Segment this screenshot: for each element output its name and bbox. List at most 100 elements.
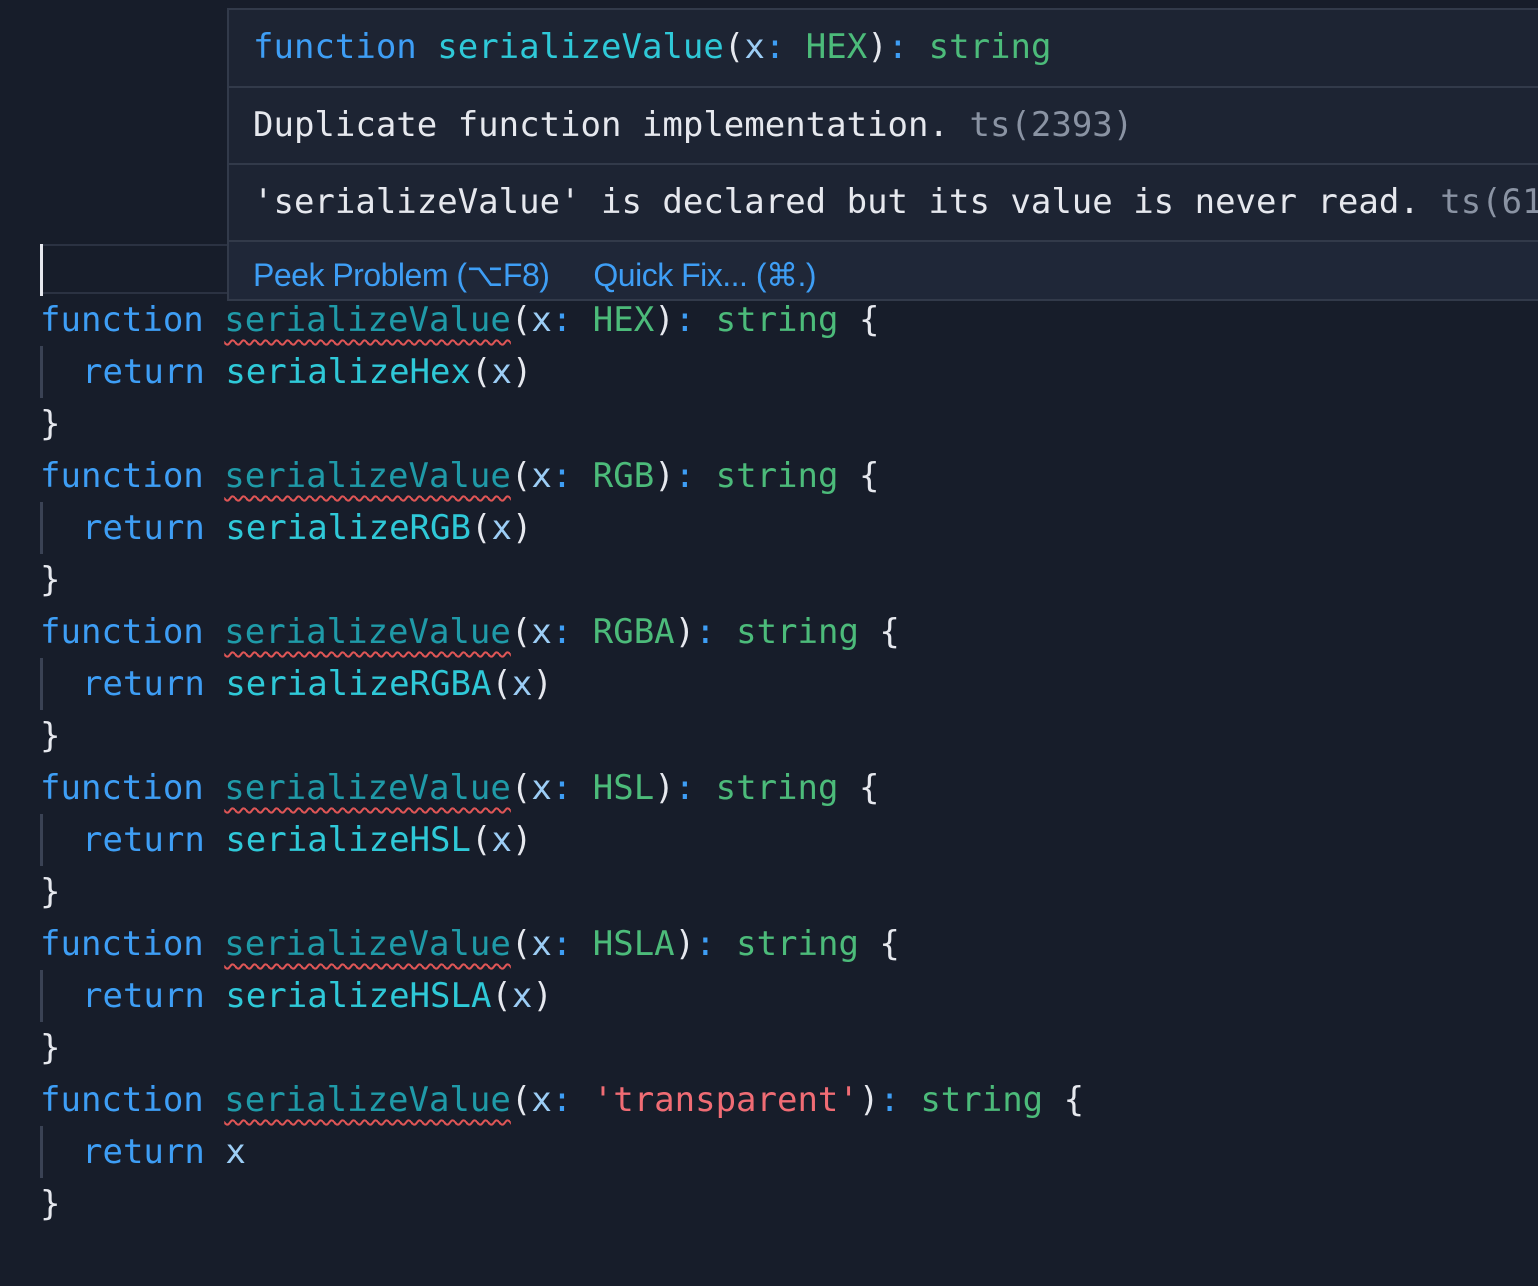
problem-code: ts(2393) xyxy=(969,105,1134,145)
param-name: x xyxy=(531,300,552,340)
keyword-function: function xyxy=(40,300,204,340)
call-arg: x xyxy=(491,508,512,548)
param-type: HSLA xyxy=(592,924,675,964)
indent-guide xyxy=(40,658,43,710)
hover-actions: Peek Problem (⌥F8) Quick Fix... (⌘.) xyxy=(229,242,1538,299)
problem-message: 'serializeValue' is declared but its val… xyxy=(253,182,1420,222)
close-brace: } xyxy=(40,872,61,912)
code-line-signature[interactable]: function serializeValue(x: RGBA): string… xyxy=(40,606,1480,658)
code-line-signature[interactable]: function serializeValue(x: HSLA): string… xyxy=(40,918,1480,970)
param-name: x xyxy=(531,456,552,496)
open-brace: { xyxy=(858,768,880,808)
peek-problem-link[interactable]: Peek Problem (⌥F8) xyxy=(253,257,550,293)
code-line-return[interactable]: return serializeRGB(x) xyxy=(40,502,1480,554)
keyword-return: return xyxy=(82,352,205,392)
code-line-return[interactable]: return serializeHex(x) xyxy=(40,346,1480,398)
problem-code: ts(6133) xyxy=(1440,182,1538,222)
problem-duplicate: Duplicate function implementation. ts(23… xyxy=(229,88,1538,165)
return-call: serializeRGB xyxy=(225,508,471,548)
call-arg: x xyxy=(491,820,512,860)
keyword-return: return xyxy=(82,820,205,860)
sig-function-name: serializeValue xyxy=(437,27,724,67)
close-brace: } xyxy=(40,1028,61,1068)
return-type: string xyxy=(715,300,839,340)
return-call: serializeHSLA xyxy=(225,976,492,1016)
hover-widget: function serializeValue(x: HEX): string … xyxy=(227,8,1538,301)
return-type: string xyxy=(920,1080,1044,1120)
param-type: HSL xyxy=(592,768,655,808)
code-area[interactable]: function serializeValue(x: HEX): string … xyxy=(40,294,1480,1230)
hover-signature: function serializeValue(x: HEX): string xyxy=(229,10,1538,88)
open-brace: { xyxy=(879,612,900,652)
param-type: RGB xyxy=(592,456,655,496)
current-line-highlight xyxy=(40,244,230,294)
sig-return-colon: : xyxy=(887,27,909,67)
code-line-return[interactable]: return serializeRGBA(x) xyxy=(40,658,1480,710)
sig-keyword: function xyxy=(253,27,417,67)
code-line-signature[interactable]: function serializeValue(x: HSL): string … xyxy=(40,762,1480,814)
code-line-close[interactable]: } xyxy=(40,1178,1480,1230)
return-type: string xyxy=(715,456,839,496)
code-line-signature[interactable]: function serializeValue(x: HEX): string … xyxy=(40,294,1480,346)
call-arg: x xyxy=(511,664,533,704)
sig-param-type: HEX xyxy=(805,27,868,67)
param-name: x xyxy=(531,924,552,964)
param-name: x xyxy=(531,1080,552,1120)
param-type: HEX xyxy=(592,300,655,340)
function-name: serializeValue xyxy=(224,768,511,808)
open-brace: { xyxy=(858,456,880,496)
keyword-return: return xyxy=(82,976,205,1016)
param-type: RGBA xyxy=(592,612,675,652)
function-name: serializeValue xyxy=(224,456,511,496)
keyword-function: function xyxy=(40,924,204,964)
code-line-return[interactable]: return serializeHSL(x) xyxy=(40,814,1480,866)
code-line-close[interactable]: } xyxy=(40,554,1480,606)
return-type: string xyxy=(715,768,839,808)
keyword-return: return xyxy=(82,1132,205,1172)
code-line-close[interactable]: } xyxy=(40,398,1480,450)
return-value: x xyxy=(225,1132,246,1172)
text-cursor xyxy=(40,244,43,296)
param-name: x xyxy=(531,612,552,652)
sig-param: x xyxy=(744,27,765,67)
code-line-signature[interactable]: function serializeValue(x: 'transparent'… xyxy=(40,1074,1480,1126)
close-brace: } xyxy=(40,404,61,444)
close-brace: } xyxy=(40,716,61,756)
code-editor[interactable]: function serializeValue(x: HEX): string … xyxy=(0,0,1538,1286)
code-line-close[interactable]: } xyxy=(40,866,1480,918)
function-name: serializeValue xyxy=(224,300,511,340)
return-call: serializeHSL xyxy=(225,820,471,860)
code-line-signature[interactable]: function serializeValue(x: RGB): string … xyxy=(40,450,1480,502)
indent-guide xyxy=(40,814,43,866)
sig-close-paren: ) xyxy=(867,27,888,67)
open-brace: { xyxy=(879,924,900,964)
keyword-return: return xyxy=(82,508,205,548)
return-call: serializeRGBA xyxy=(225,664,492,704)
return-call: serializeHex xyxy=(225,352,471,392)
param-type: 'transparent' xyxy=(592,1080,859,1120)
keyword-return: return xyxy=(82,664,205,704)
quick-fix-link[interactable]: Quick Fix... (⌘.) xyxy=(593,257,816,293)
keyword-function: function xyxy=(40,456,204,496)
problem-unused: 'serializeValue' is declared but its val… xyxy=(229,165,1538,242)
call-arg: x xyxy=(491,352,512,392)
code-line-close[interactable]: } xyxy=(40,1022,1480,1074)
indent-guide xyxy=(40,346,43,398)
indent-guide xyxy=(40,1126,43,1178)
close-brace: } xyxy=(40,560,61,600)
indent-guide xyxy=(40,970,43,1022)
open-brace: { xyxy=(1063,1080,1085,1120)
function-name: serializeValue xyxy=(224,612,511,652)
code-line-return[interactable]: return x xyxy=(40,1126,1480,1178)
code-line-close[interactable]: } xyxy=(40,710,1480,762)
call-arg: x xyxy=(511,976,533,1016)
keyword-function: function xyxy=(40,768,204,808)
close-brace: } xyxy=(40,1184,61,1224)
return-type: string xyxy=(736,924,859,964)
indent-guide xyxy=(40,502,43,554)
sig-return-type: string xyxy=(928,27,1052,67)
keyword-function: function xyxy=(40,1080,204,1120)
problem-message: Duplicate function implementation. xyxy=(253,105,949,145)
keyword-function: function xyxy=(40,612,204,652)
code-line-return[interactable]: return serializeHSLA(x) xyxy=(40,970,1480,1022)
